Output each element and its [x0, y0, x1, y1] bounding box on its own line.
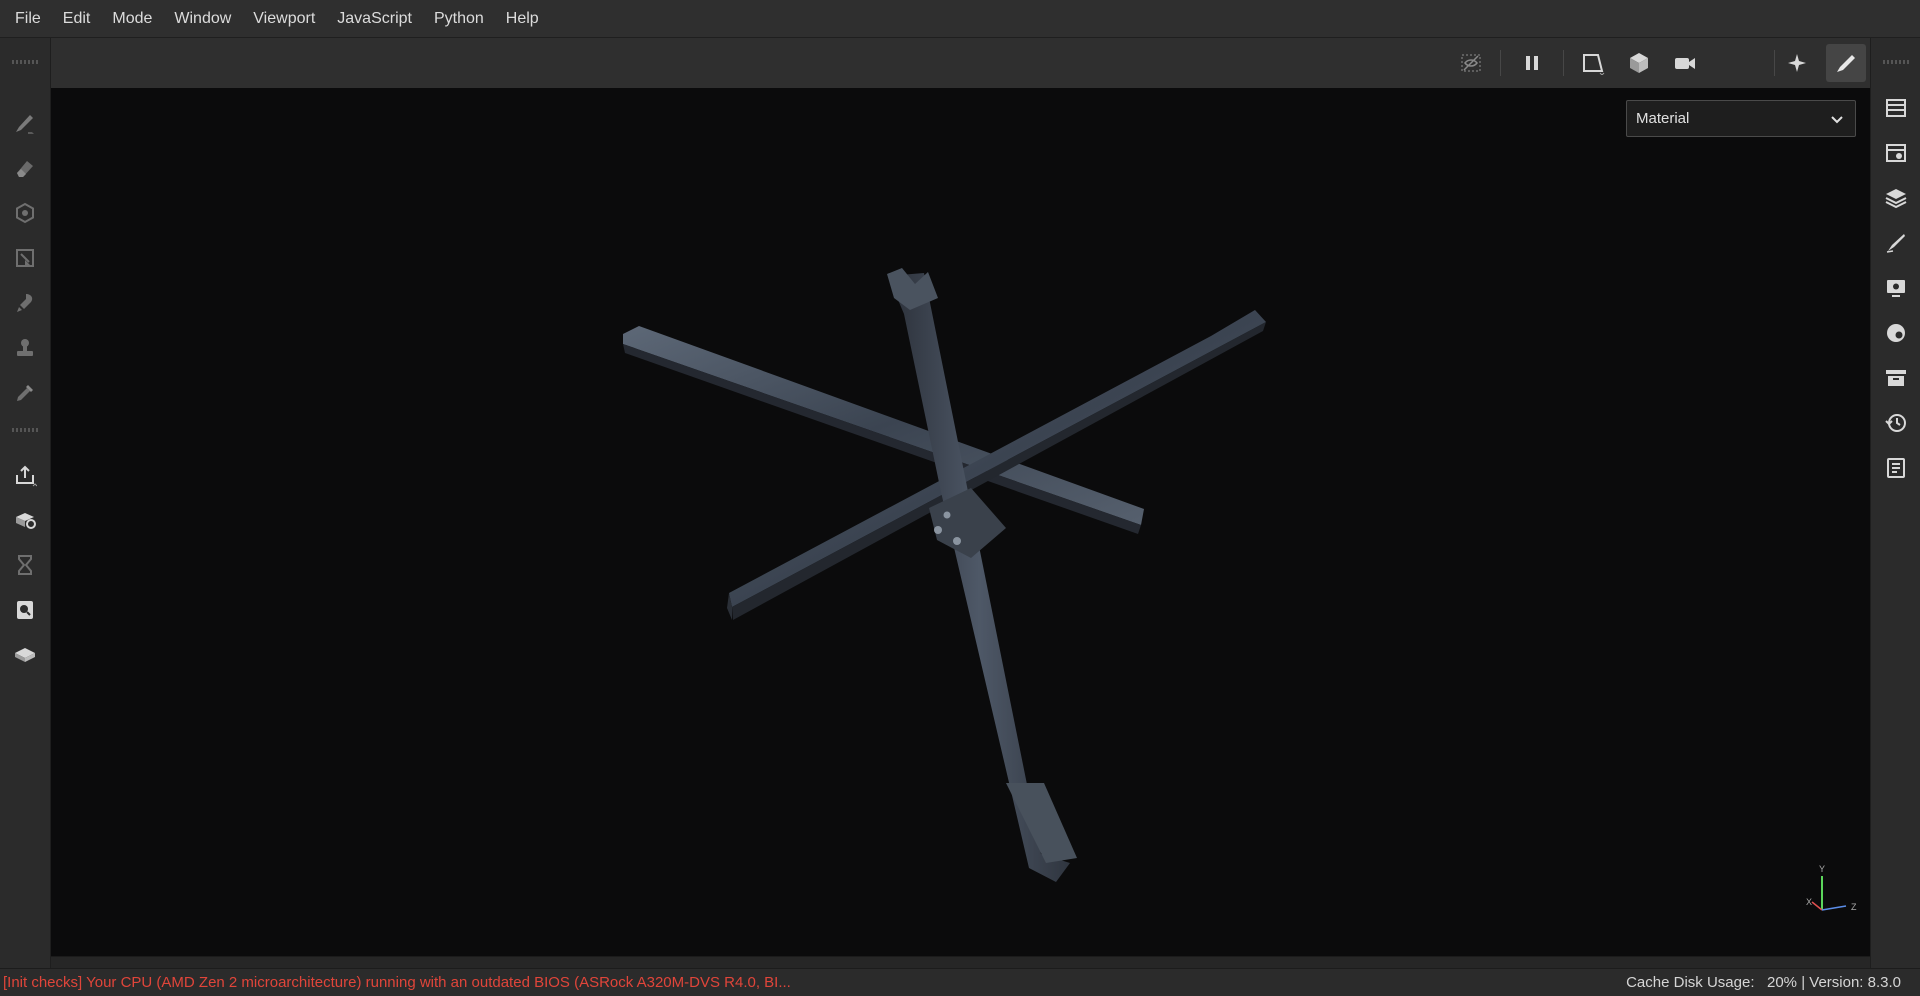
shelf-button[interactable]: [1880, 362, 1912, 394]
axis-x-label: X: [1806, 897, 1812, 907]
bake-button[interactable]: [8, 503, 42, 537]
menu-help[interactable]: Help: [495, 0, 550, 38]
2d-view-button[interactable]: [1573, 44, 1613, 82]
status-cache-info: Cache Disk Usage: 20% | Version: 8.3.0: [1626, 974, 1901, 991]
hide-icon: [1461, 54, 1481, 72]
layers-list-icon: [1886, 99, 1906, 117]
eraser-tool-button[interactable]: [8, 151, 42, 185]
cache-disk-value: 20%: [1767, 974, 1798, 991]
smudge-icon: [17, 294, 33, 312]
chevron-down-icon: [1831, 116, 1843, 124]
menu-edit[interactable]: Edit: [52, 0, 102, 38]
texture-set-button[interactable]: [1880, 137, 1912, 169]
paint-brush-icon: [16, 115, 34, 134]
display-settings-icon: [1887, 280, 1905, 297]
3d-view-icon: [1630, 53, 1648, 73]
toolbar-separator: [1774, 50, 1775, 76]
eraser-icon: [17, 161, 33, 177]
texture-set-icon: [1886, 144, 1906, 162]
paint-tool-button[interactable]: [8, 106, 42, 140]
menu-javascript[interactable]: JavaScript: [326, 0, 423, 38]
3d-viewport[interactable]: Material Y X Z: [51, 88, 1870, 956]
2d-view-icon: [1583, 54, 1605, 75]
hide-button[interactable]: [1451, 44, 1491, 82]
export-button[interactable]: [8, 458, 42, 492]
layer-stack-button[interactable]: [1880, 182, 1912, 214]
camera-icon: [1675, 58, 1695, 69]
cache-disk-label: Cache Disk Usage:: [1626, 974, 1755, 991]
color-picker-tool-button[interactable]: [8, 376, 42, 410]
document-search-icon: [17, 601, 33, 619]
bake-icon: [16, 513, 36, 529]
viewport-toolbar: [51, 38, 1909, 89]
history-button[interactable]: [1880, 407, 1912, 439]
history-icon: [1885, 414, 1906, 432]
pause-button[interactable]: [1512, 44, 1552, 82]
toolbar-grip[interactable]: [12, 428, 38, 432]
3d-view-button[interactable]: [1619, 44, 1659, 82]
menu-bar: File Edit Mode Window Viewport JavaScrip…: [0, 0, 1920, 38]
polygon-fill-tool-button[interactable]: [8, 241, 42, 275]
brush-settings-button[interactable]: [1880, 227, 1912, 259]
paint-mode-button[interactable]: [1826, 44, 1866, 82]
axis-gizmo: Y X Z: [1796, 858, 1866, 918]
toolbar-separator: [1500, 50, 1501, 76]
shader-settings-button[interactable]: [1880, 317, 1912, 349]
menu-viewport[interactable]: Viewport: [242, 0, 326, 38]
shelf-icon: [1886, 370, 1906, 386]
display-settings-button[interactable]: [1880, 272, 1912, 304]
channel-dropdown-value: Material: [1636, 110, 1690, 127]
lighting-button[interactable]: [1777, 44, 1817, 82]
status-bar: [Init checks] Your CPU (AMD Zen 2 microa…: [0, 968, 1920, 996]
projection-icon: [16, 202, 34, 224]
polygon-fill-icon: [16, 249, 34, 267]
menu-python[interactable]: Python: [423, 0, 495, 38]
lighting-icon: [1788, 54, 1806, 72]
log-button[interactable]: [1880, 452, 1912, 484]
brush-settings-icon: [1886, 234, 1905, 253]
toolbar-grip[interactable]: [1883, 60, 1909, 64]
menu-mode[interactable]: Mode: [101, 0, 163, 38]
document-search-button[interactable]: [8, 593, 42, 627]
mesh-button[interactable]: [8, 638, 42, 672]
toolbar-separator: [1563, 50, 1564, 76]
clone-stamp-icon: [17, 339, 33, 356]
right-toolbar: [1870, 38, 1920, 968]
hourglass-icon: [18, 555, 32, 575]
shader-settings-icon: [1887, 324, 1905, 342]
axis-y-label: Y: [1819, 864, 1825, 874]
version-label: | Version: 8.3.0: [1801, 974, 1901, 991]
toolbar-grip[interactable]: [12, 60, 38, 64]
channel-dropdown[interactable]: Material: [1626, 100, 1856, 137]
layers-list-button[interactable]: [1880, 92, 1912, 124]
export-icon: [16, 465, 37, 487]
pause-icon: [1526, 56, 1538, 70]
status-message[interactable]: [Init checks] Your CPU (AMD Zen 2 microa…: [0, 974, 1003, 991]
mesh-icon: [15, 648, 35, 662]
camera-button[interactable]: [1665, 44, 1705, 82]
axis-z-label: Z: [1851, 902, 1857, 912]
menu-file[interactable]: File: [4, 0, 52, 38]
layer-stack-icon: [1885, 189, 1907, 209]
menu-window[interactable]: Window: [163, 0, 242, 38]
paint-mode-icon: [1837, 55, 1855, 72]
hedgehog-model: [623, 268, 1266, 882]
color-picker-icon: [17, 385, 33, 401]
projection-tool-button[interactable]: [8, 196, 42, 230]
smudge-tool-button[interactable]: [8, 286, 42, 320]
clone-tool-button[interactable]: [8, 331, 42, 365]
log-icon: [1887, 458, 1905, 478]
left-toolbar: [0, 38, 51, 968]
timeline-button[interactable]: [8, 548, 42, 582]
